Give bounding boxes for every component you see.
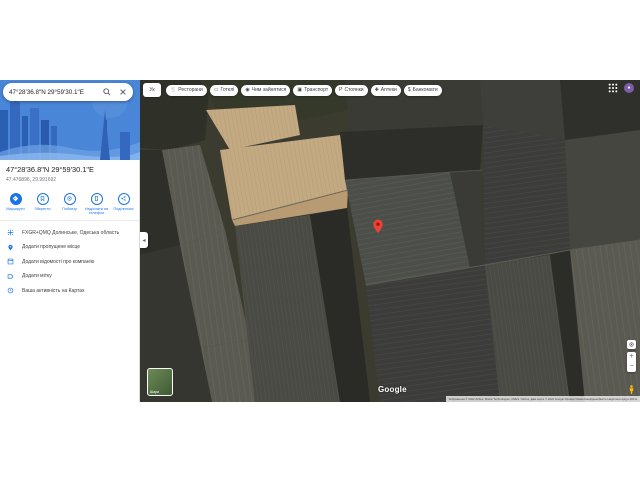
chevron-left-icon: ◂ bbox=[142, 237, 146, 244]
search-button[interactable] bbox=[101, 86, 113, 98]
chip-label: Чим зайнятися bbox=[251, 87, 287, 93]
maps-window: 47°28'36.8"N 29°59'30.1"E 47.476896, 29.… bbox=[0, 80, 640, 402]
bookmark-icon bbox=[36, 192, 49, 205]
info-text: FXGR+QMQ Долинське, Одеська область bbox=[22, 229, 120, 236]
target-icon bbox=[629, 342, 634, 347]
pegman-icon[interactable] bbox=[628, 385, 635, 394]
chip-pharmacies[interactable]: ✚ Аптеки bbox=[370, 84, 401, 96]
place-coordinates: 47.476896, 29.991692 bbox=[6, 176, 57, 183]
menu-label: Ук bbox=[149, 87, 155, 93]
maps-activity-row[interactable]: Ваша активність на Картах bbox=[0, 284, 139, 299]
add-missing-place-row[interactable]: Додати пропущене місце bbox=[0, 240, 139, 255]
share-button[interactable]: Поділитися bbox=[111, 192, 137, 216]
account-avatar[interactable]: ● bbox=[624, 83, 634, 93]
account-controls: ● bbox=[608, 83, 634, 93]
info-text: Ваша активність на Картах bbox=[22, 287, 85, 294]
plus-code-icon bbox=[6, 229, 14, 237]
send-to-phone-button[interactable]: Надіслати на телефон bbox=[84, 192, 110, 216]
save-button[interactable]: Зберегти bbox=[30, 192, 56, 216]
directions-button[interactable]: Маршрути bbox=[3, 192, 29, 216]
chip-label: Аптеки bbox=[380, 87, 397, 93]
satellite-imagery bbox=[140, 80, 640, 402]
zoom-controls: + − bbox=[627, 352, 636, 372]
chip-label: Стоянки bbox=[344, 87, 364, 93]
send-to-phone-icon bbox=[90, 192, 103, 205]
chip-label: Банкомати bbox=[412, 87, 438, 93]
search-box[interactable] bbox=[3, 83, 133, 101]
business-icon bbox=[6, 258, 14, 266]
chip-hotels[interactable]: ▭ Готелі bbox=[209, 84, 239, 96]
side-panel: 47°28'36.8"N 29°59'30.1"E 47.476896, 29.… bbox=[0, 80, 140, 402]
plus-code-row[interactable]: FXGR+QMQ Долинське, Одеська область bbox=[0, 226, 139, 241]
info-text: Додати відомості про компанію bbox=[22, 258, 95, 265]
directions-icon bbox=[9, 192, 22, 205]
action-label: Маршрути bbox=[6, 206, 25, 211]
camera-icon: ◉ bbox=[245, 87, 250, 93]
close-icon bbox=[120, 89, 126, 95]
my-location-button[interactable] bbox=[627, 340, 636, 349]
layers-button[interactable]: Шари bbox=[147, 368, 173, 396]
chip-label: Готелі bbox=[220, 87, 235, 93]
action-buttons: Маршрути Зберегти Поблизу Надіслати на т… bbox=[0, 183, 139, 221]
satellite-map[interactable]: Ук 🍴 Ресторани ▭ Готелі ◉ Чим зайнятися ▣ Тр… bbox=[140, 80, 640, 402]
add-place-icon bbox=[6, 243, 14, 251]
language-menu-button[interactable]: Ук bbox=[143, 83, 161, 97]
apps-grid-icon[interactable] bbox=[608, 83, 618, 93]
google-logo: Google bbox=[378, 385, 407, 394]
share-icon bbox=[117, 192, 130, 205]
chip-things-to-do[interactable]: ◉ Чим зайнятися bbox=[241, 84, 291, 96]
clear-search-button[interactable] bbox=[117, 86, 129, 98]
chip-label: Транспорт bbox=[304, 87, 329, 93]
place-title: 47°28'36.8"N 29°59'30.1"E bbox=[6, 165, 94, 174]
chip-transit[interactable]: ▣ Транспорт bbox=[293, 84, 333, 96]
action-label: Зберегти bbox=[34, 206, 51, 211]
chip-restaurants[interactable]: 🍴 Ресторани bbox=[166, 84, 207, 96]
action-label: Поблизу bbox=[62, 206, 77, 211]
action-label: Поділитися bbox=[113, 206, 134, 211]
restaurant-icon: 🍴 bbox=[170, 87, 177, 93]
avatar-icon: ● bbox=[627, 85, 631, 91]
atm-icon: $ bbox=[407, 87, 411, 93]
search-input[interactable] bbox=[9, 88, 97, 96]
nearby-icon bbox=[63, 192, 76, 205]
hotel-icon: ▭ bbox=[213, 87, 219, 93]
chip-atms[interactable]: $ Банкомати bbox=[403, 84, 442, 96]
transit-icon: ▣ bbox=[297, 87, 303, 93]
nearby-button[interactable]: Поблизу bbox=[57, 192, 83, 216]
pharmacy-icon: ✚ bbox=[374, 87, 379, 93]
add-label-row[interactable]: Додати мітку bbox=[0, 269, 139, 284]
layers-label: Шари bbox=[150, 390, 160, 394]
parking-icon: P bbox=[339, 87, 343, 93]
history-icon bbox=[6, 287, 14, 295]
search-icon bbox=[103, 88, 111, 96]
map-attribution: Зображення © 2022 Airbus, Maxar Technolo… bbox=[445, 396, 640, 402]
zoom-out-button[interactable]: − bbox=[629, 362, 633, 372]
chip-label: Ресторани bbox=[178, 87, 203, 93]
location-pin-icon bbox=[373, 219, 383, 234]
category-chips: Ук 🍴 Ресторани ▭ Готелі ◉ Чим зайнятися ▣ Тр… bbox=[143, 83, 445, 97]
attribution-text: Зображення © 2022 Airbus, Maxar Technolo… bbox=[448, 397, 637, 401]
add-business-row[interactable]: Додати відомості про компанію bbox=[0, 255, 139, 270]
label-icon bbox=[6, 272, 14, 280]
collapse-panel-button[interactable]: ◂ bbox=[140, 232, 148, 248]
zoom-in-button[interactable]: + bbox=[629, 352, 633, 362]
info-text: Додати мітку bbox=[22, 273, 52, 280]
hero-image bbox=[0, 80, 140, 160]
action-label: Надіслати на телефон bbox=[84, 206, 109, 216]
info-text: Додати пропущене місце bbox=[22, 244, 81, 251]
chip-parking[interactable]: P Стоянки bbox=[335, 84, 368, 96]
info-list: FXGR+QMQ Долинське, Одеська область Дода… bbox=[0, 221, 139, 299]
